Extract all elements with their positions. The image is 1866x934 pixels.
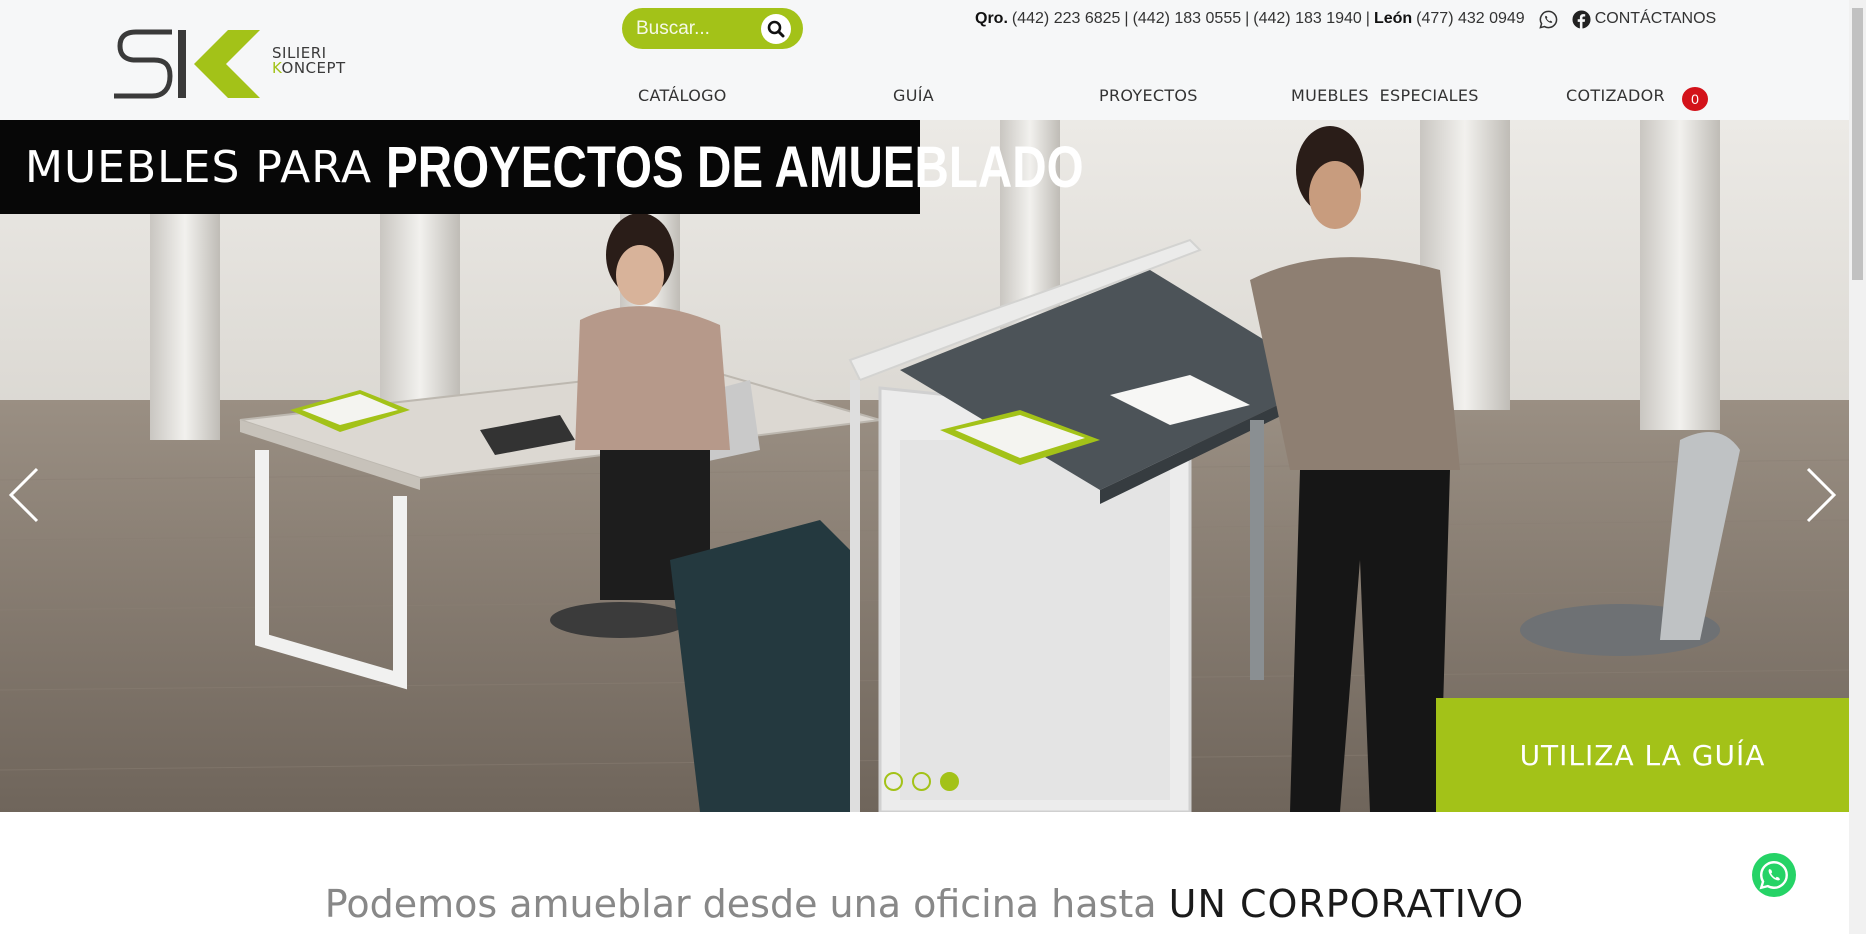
- hero-title: MUEBLES PARA PROYECTOS DE AMUEBLADO: [25, 132, 1237, 202]
- slider-dot-3[interactable]: [940, 772, 959, 791]
- contact-link[interactable]: CONTÁCTANOS: [1595, 10, 1716, 28]
- section-heading-light: Podemos amueblar desde una oficina hasta: [324, 882, 1157, 926]
- slider-dot-2[interactable]: [912, 772, 931, 791]
- separator: |: [1245, 10, 1250, 27]
- use-guide-label: UTILIZA LA GUÍA: [1519, 738, 1766, 772]
- whatsapp-icon: [1539, 10, 1557, 29]
- qro-label: Qro.: [975, 10, 1008, 27]
- qro-phone-2[interactable]: (442) 183 0555: [1133, 10, 1242, 28]
- whatsapp-link[interactable]: [1539, 10, 1558, 29]
- slider-prev-button[interactable]: [4, 460, 44, 530]
- chevron-left-icon: [8, 467, 39, 523]
- chevron-right-icon: [1806, 467, 1837, 523]
- cart-count-badge[interactable]: 0: [1682, 87, 1708, 111]
- nav-cotizador[interactable]: COTIZADOR: [1566, 86, 1665, 105]
- hero-slider: MUEBLES PARA PROYECTOS DE AMUEBLADO UTIL…: [0, 120, 1849, 812]
- site-header: SILIERI KONCEPT Qro. (442) 223 6825 | (4…: [0, 0, 1849, 120]
- scrollbar-thumb[interactable]: [1852, 8, 1863, 280]
- search-button[interactable]: [761, 14, 791, 44]
- separator: |: [1124, 10, 1129, 27]
- nav-catalogo[interactable]: CATÁLOGO: [638, 86, 727, 105]
- use-guide-button[interactable]: UTILIZA LA GUÍA: [1436, 698, 1849, 812]
- logo[interactable]: SILIERI KONCEPT: [114, 26, 376, 102]
- contact-bar: Qro. (442) 223 6825 | (442) 183 0555 | (…: [975, 8, 1716, 30]
- leon-label: León: [1373, 10, 1413, 27]
- logo-line-2: KONCEPT: [272, 61, 346, 76]
- search-box: [622, 8, 803, 49]
- logo-k: K: [272, 59, 282, 77]
- nav-muebles-especiales[interactable]: MUEBLES ESPECIALES: [1291, 86, 1479, 105]
- search-icon: [767, 20, 785, 38]
- whatsapp-floating-button[interactable]: [1752, 853, 1796, 897]
- slider-dots: [884, 772, 959, 792]
- slider-next-button[interactable]: [1801, 460, 1841, 530]
- logo-line-2-rest: ONCEPT: [281, 59, 346, 77]
- hero-title-light: MUEBLES PARA: [25, 141, 373, 193]
- separator: |: [1365, 10, 1370, 27]
- nav-proyectos[interactable]: PROYECTOS: [1099, 86, 1198, 105]
- section-heading-strong: UN CORPORATIVO: [1168, 882, 1525, 926]
- search-input[interactable]: [636, 14, 756, 43]
- whatsapp-icon: [1759, 861, 1788, 890]
- qro-phone-1[interactable]: (442) 223 6825: [1012, 10, 1121, 28]
- hero-title-bold: PROYECTOS DE AMUEBLADO: [386, 134, 1084, 200]
- qro-phone-3[interactable]: (442) 183 1940: [1253, 10, 1362, 28]
- leon-phone[interactable]: (477) 432 0949: [1416, 10, 1525, 28]
- nav-guia[interactable]: GUÍA: [893, 86, 934, 105]
- slider-dot-1[interactable]: [884, 772, 903, 791]
- section-heading: Podemos amueblar desde una oficina hasta…: [0, 882, 1849, 926]
- facebook-icon: [1572, 9, 1591, 29]
- logo-wordmark: SILIERI KONCEPT: [272, 46, 346, 76]
- facebook-link[interactable]: [1572, 9, 1591, 29]
